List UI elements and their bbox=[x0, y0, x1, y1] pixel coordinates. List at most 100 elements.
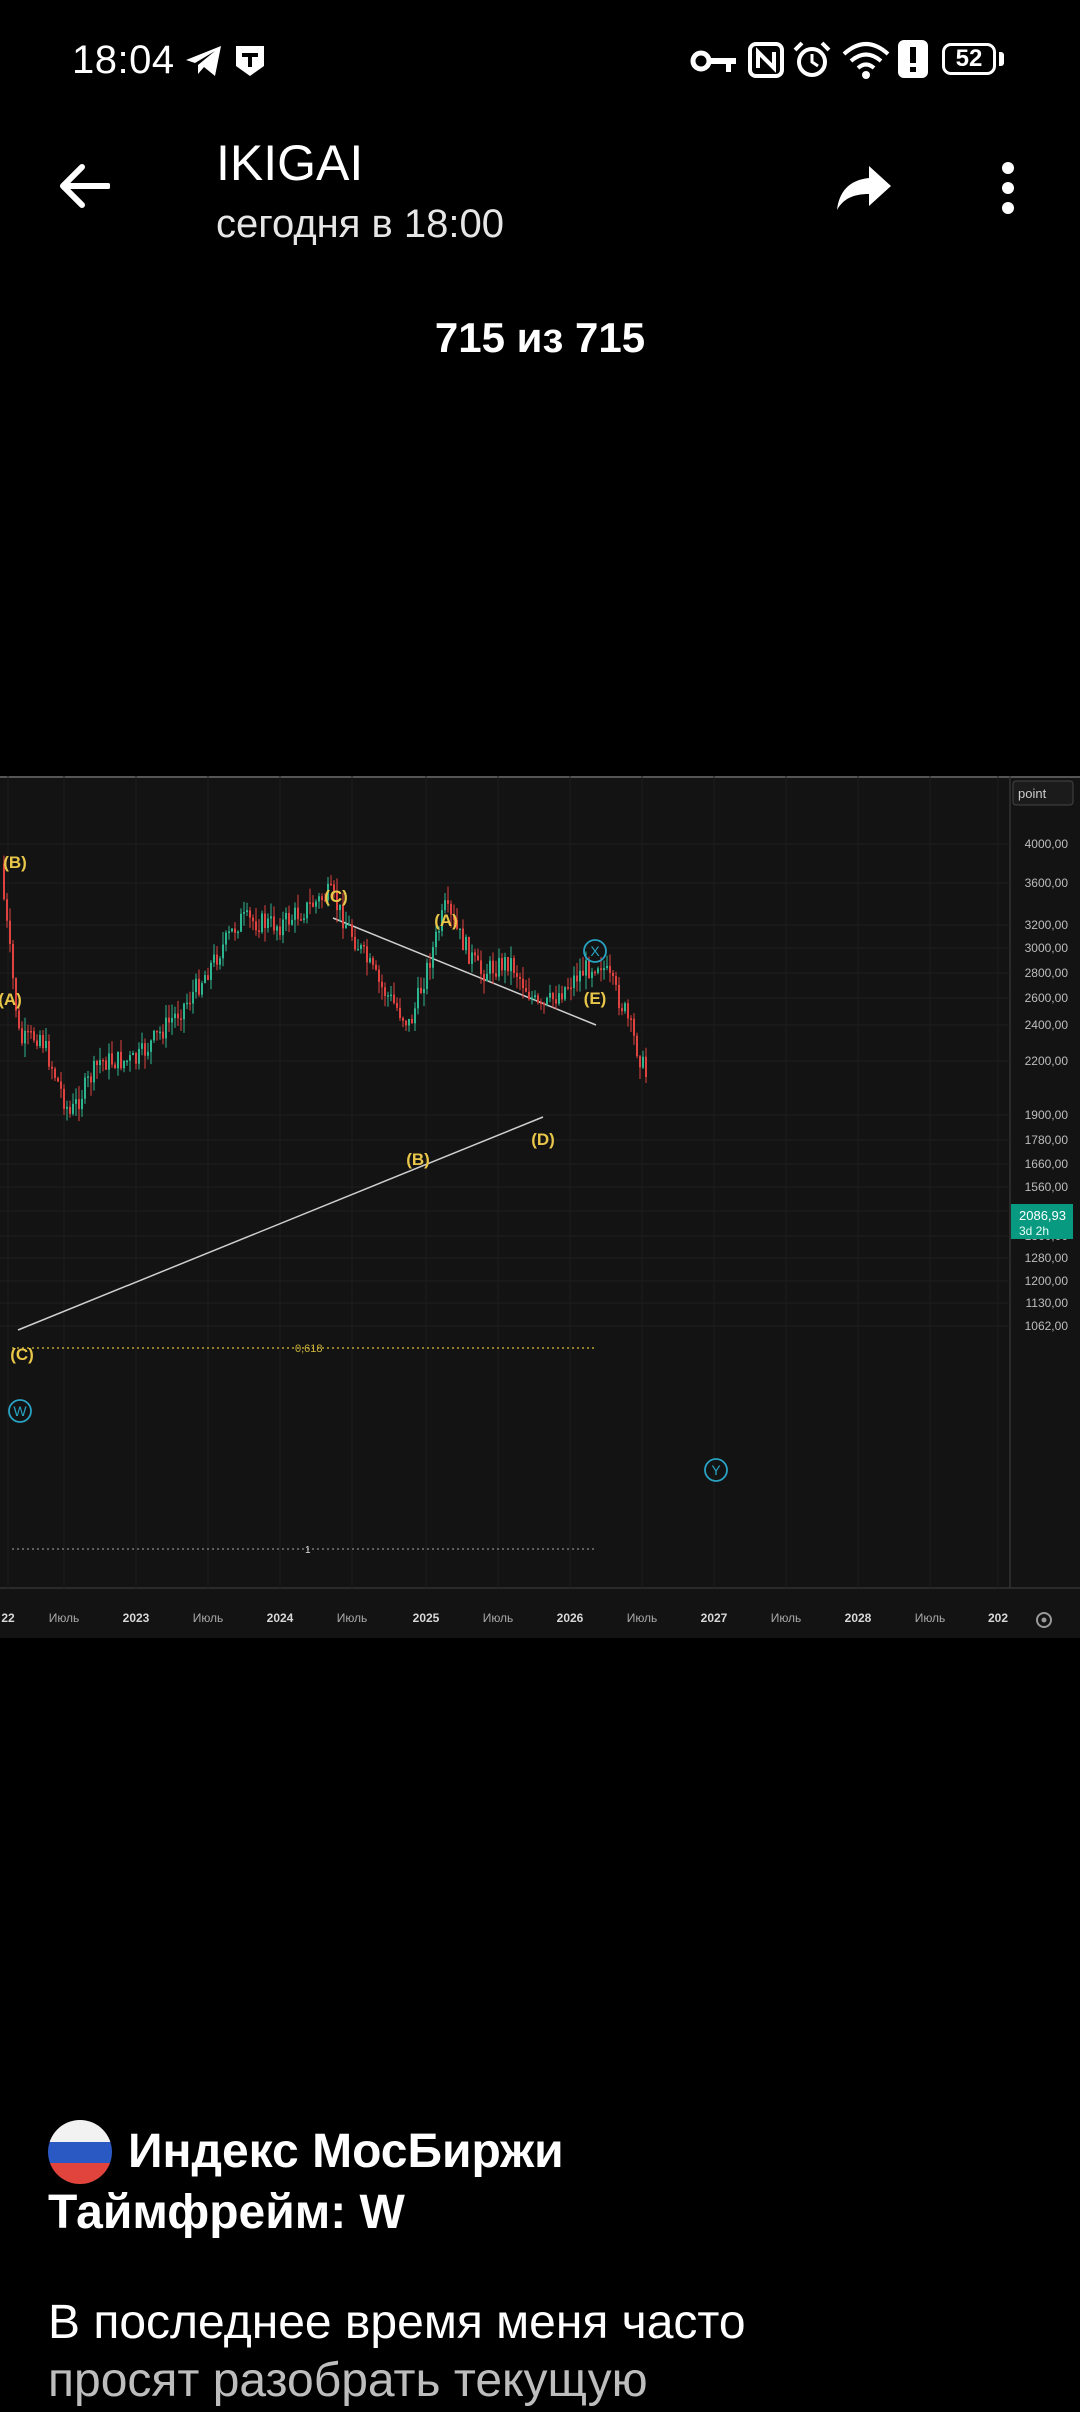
scale-label: point bbox=[1018, 786, 1047, 801]
alarm-icon bbox=[793, 41, 831, 77]
wave-label: (A) bbox=[434, 911, 458, 930]
candle-body bbox=[567, 987, 569, 989]
candle-body bbox=[6, 899, 8, 921]
candle-body bbox=[33, 1031, 35, 1041]
candle-body bbox=[129, 1055, 131, 1061]
caption-body: В последнее время меня часто просят разо… bbox=[48, 2294, 1038, 2410]
alert-icon bbox=[898, 40, 928, 78]
candle-body bbox=[414, 1008, 416, 1024]
candle-body bbox=[171, 1018, 173, 1023]
candle-body bbox=[216, 954, 218, 965]
candle-body bbox=[480, 960, 482, 974]
candle-body bbox=[210, 962, 212, 980]
candle-body bbox=[576, 975, 578, 982]
candle-body bbox=[561, 993, 563, 1000]
candle-body bbox=[102, 1060, 104, 1062]
candle-body bbox=[342, 904, 344, 929]
candle-body bbox=[363, 944, 365, 947]
candle-body bbox=[261, 913, 263, 933]
candle-body bbox=[408, 1018, 410, 1026]
candle-body bbox=[459, 928, 461, 931]
candle-body bbox=[630, 1018, 632, 1020]
candle-body bbox=[288, 912, 290, 925]
candle-body bbox=[588, 960, 590, 979]
candle-body bbox=[636, 1035, 638, 1057]
candle-body bbox=[633, 1018, 635, 1036]
candle-body bbox=[276, 926, 278, 931]
candle-body bbox=[108, 1053, 110, 1070]
candle-body bbox=[279, 926, 281, 936]
candle-body bbox=[513, 958, 515, 974]
price-tick-label: 1560,00 bbox=[1025, 1180, 1069, 1194]
candle-body bbox=[309, 902, 311, 904]
candle-body bbox=[147, 1051, 149, 1056]
time-tick-label: 2028 bbox=[845, 1611, 872, 1625]
candle-body bbox=[132, 1053, 134, 1056]
candle-body bbox=[570, 987, 572, 990]
candle-body bbox=[204, 975, 206, 984]
candle-body bbox=[396, 1003, 398, 1008]
candle-body bbox=[297, 907, 299, 920]
candle-body bbox=[369, 958, 371, 963]
time-tick-label: 2027 bbox=[701, 1611, 728, 1625]
price-tag: 2086,93 3d 2h bbox=[1011, 1204, 1073, 1239]
caption-line1: Индекс МосБиржи bbox=[128, 2125, 564, 2178]
candle-body bbox=[144, 1043, 146, 1056]
share-button[interactable] bbox=[826, 150, 902, 226]
candle-body bbox=[222, 944, 224, 959]
back-button[interactable] bbox=[48, 150, 120, 222]
candle-body bbox=[462, 928, 464, 951]
price-tick-label: 1062,00 bbox=[1025, 1319, 1069, 1333]
candle-body bbox=[303, 918, 305, 920]
candle-body bbox=[621, 1008, 623, 1012]
candle-body bbox=[186, 1002, 188, 1005]
candle-body bbox=[318, 896, 320, 902]
candle-body bbox=[27, 1030, 29, 1033]
candle-body bbox=[90, 1076, 92, 1083]
candle-body bbox=[378, 969, 380, 982]
candle-body bbox=[9, 920, 11, 944]
more-options-button[interactable] bbox=[978, 150, 1038, 226]
candle-body bbox=[114, 1064, 116, 1069]
wave-label: (D) bbox=[531, 1130, 555, 1149]
candle-body bbox=[375, 964, 377, 970]
wave-circle-label: X bbox=[590, 943, 600, 959]
price-tick-label: 3200,00 bbox=[1025, 918, 1069, 932]
candle-body bbox=[30, 1031, 32, 1033]
candle-body bbox=[585, 960, 587, 976]
candle-body bbox=[420, 987, 422, 994]
caption-heading: Индекс МосБиржи bbox=[48, 2120, 1038, 2184]
candle-body bbox=[48, 1040, 50, 1067]
time-tick-label: 202 bbox=[988, 1611, 1008, 1625]
wave-label: (C) bbox=[324, 887, 348, 906]
candle-body bbox=[18, 1010, 20, 1029]
chart-image[interactable]: 0,618 1 (B) (A) (C) (A) (C) (B) (D) (E) X W Y 4000… bbox=[0, 776, 1080, 1638]
candle-body bbox=[435, 931, 437, 948]
candle-body bbox=[255, 921, 257, 931]
candle-body bbox=[366, 946, 368, 963]
candle-body bbox=[411, 1018, 413, 1024]
time-tick-label: Июль bbox=[771, 1611, 802, 1625]
message-date: сегодня в 18:00 bbox=[216, 202, 504, 246]
candle-body bbox=[444, 900, 446, 911]
time-tick-label: Июль bbox=[337, 1611, 368, 1625]
wave-label: (B) bbox=[3, 853, 27, 872]
candle-body bbox=[51, 1066, 53, 1069]
time-tick-label: 2023 bbox=[123, 1611, 150, 1625]
candle-body bbox=[183, 1003, 185, 1020]
candle-body bbox=[519, 976, 521, 979]
time-tick-label: Июль bbox=[915, 1611, 946, 1625]
candle-body bbox=[372, 958, 374, 965]
wave-label: (A) bbox=[0, 990, 22, 1009]
time-tick-label: Июль bbox=[193, 1611, 224, 1625]
candle-body bbox=[537, 995, 539, 1003]
candle-body bbox=[522, 978, 524, 989]
candle-body bbox=[609, 965, 611, 973]
candle-body bbox=[612, 972, 614, 977]
candle-body bbox=[111, 1053, 113, 1065]
candle-body bbox=[330, 883, 332, 886]
candle-body bbox=[96, 1060, 98, 1066]
candle-body bbox=[582, 970, 584, 976]
candle-body bbox=[549, 992, 551, 998]
candle-body bbox=[501, 957, 503, 971]
